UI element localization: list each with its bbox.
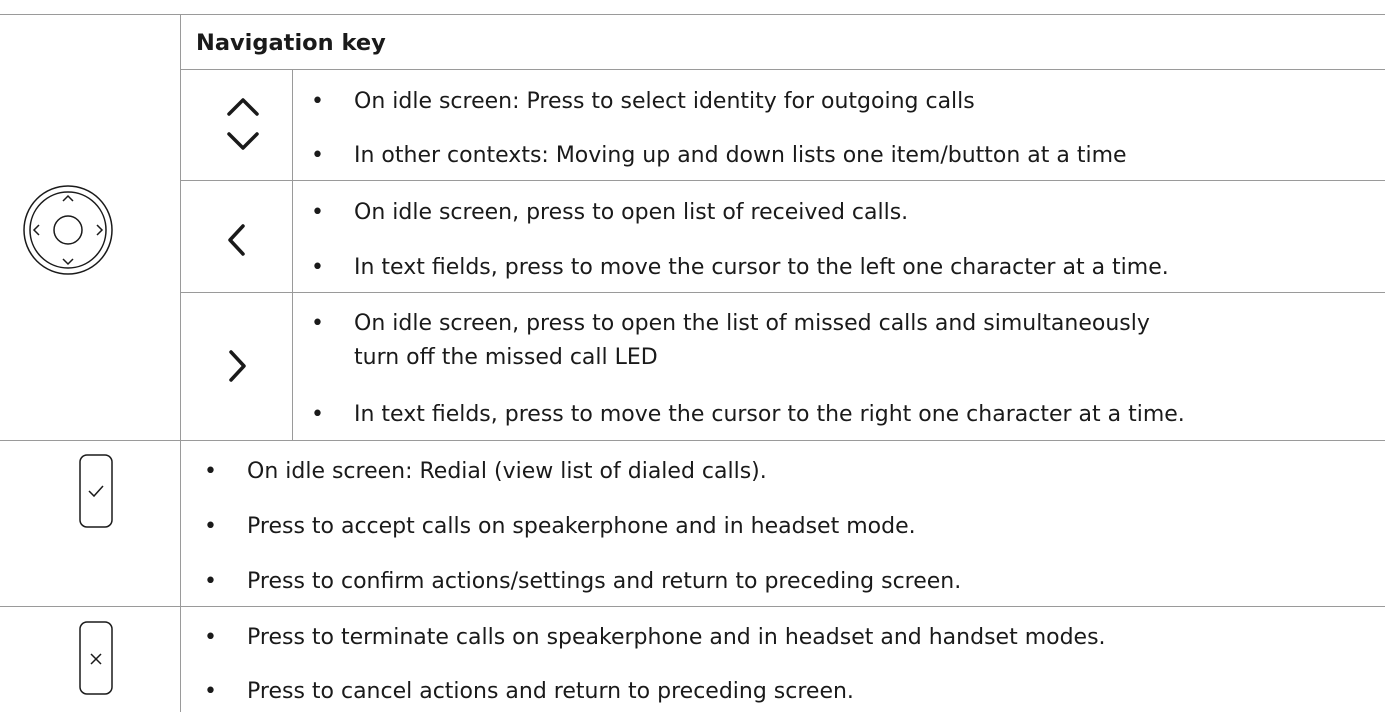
confirm-row-divider xyxy=(0,440,1385,441)
nav-subcolumn-divider xyxy=(292,69,293,440)
bullet: • xyxy=(311,311,324,336)
bullet: • xyxy=(311,255,324,280)
nav-row-divider-1 xyxy=(180,180,1385,181)
bullet: • xyxy=(311,143,324,168)
bullet: • xyxy=(204,569,217,594)
bullet: • xyxy=(204,514,217,539)
checkmark-key-icon xyxy=(79,454,113,528)
table-top-border xyxy=(0,14,1385,15)
bullet: • xyxy=(204,459,217,484)
bullet: • xyxy=(204,679,217,704)
chevron-up-down-icon xyxy=(227,98,259,150)
nav-header-divider xyxy=(180,69,1385,70)
bullet: • xyxy=(311,402,324,427)
bullet: • xyxy=(204,625,217,650)
bullet: • xyxy=(311,200,324,225)
nav-row-divider-2 xyxy=(180,292,1385,293)
cancel-row-divider xyxy=(0,606,1385,607)
navigation-key-icon xyxy=(23,185,113,275)
chevron-right-icon xyxy=(229,350,246,382)
cross-key-icon xyxy=(79,621,113,695)
list-item-continuation: turn off the missed call LED xyxy=(354,345,658,370)
bullet: • xyxy=(311,89,324,114)
first-column-divider xyxy=(180,14,181,712)
navigation-key-heading: Navigation key xyxy=(196,30,386,56)
chevron-left-icon xyxy=(228,224,245,256)
